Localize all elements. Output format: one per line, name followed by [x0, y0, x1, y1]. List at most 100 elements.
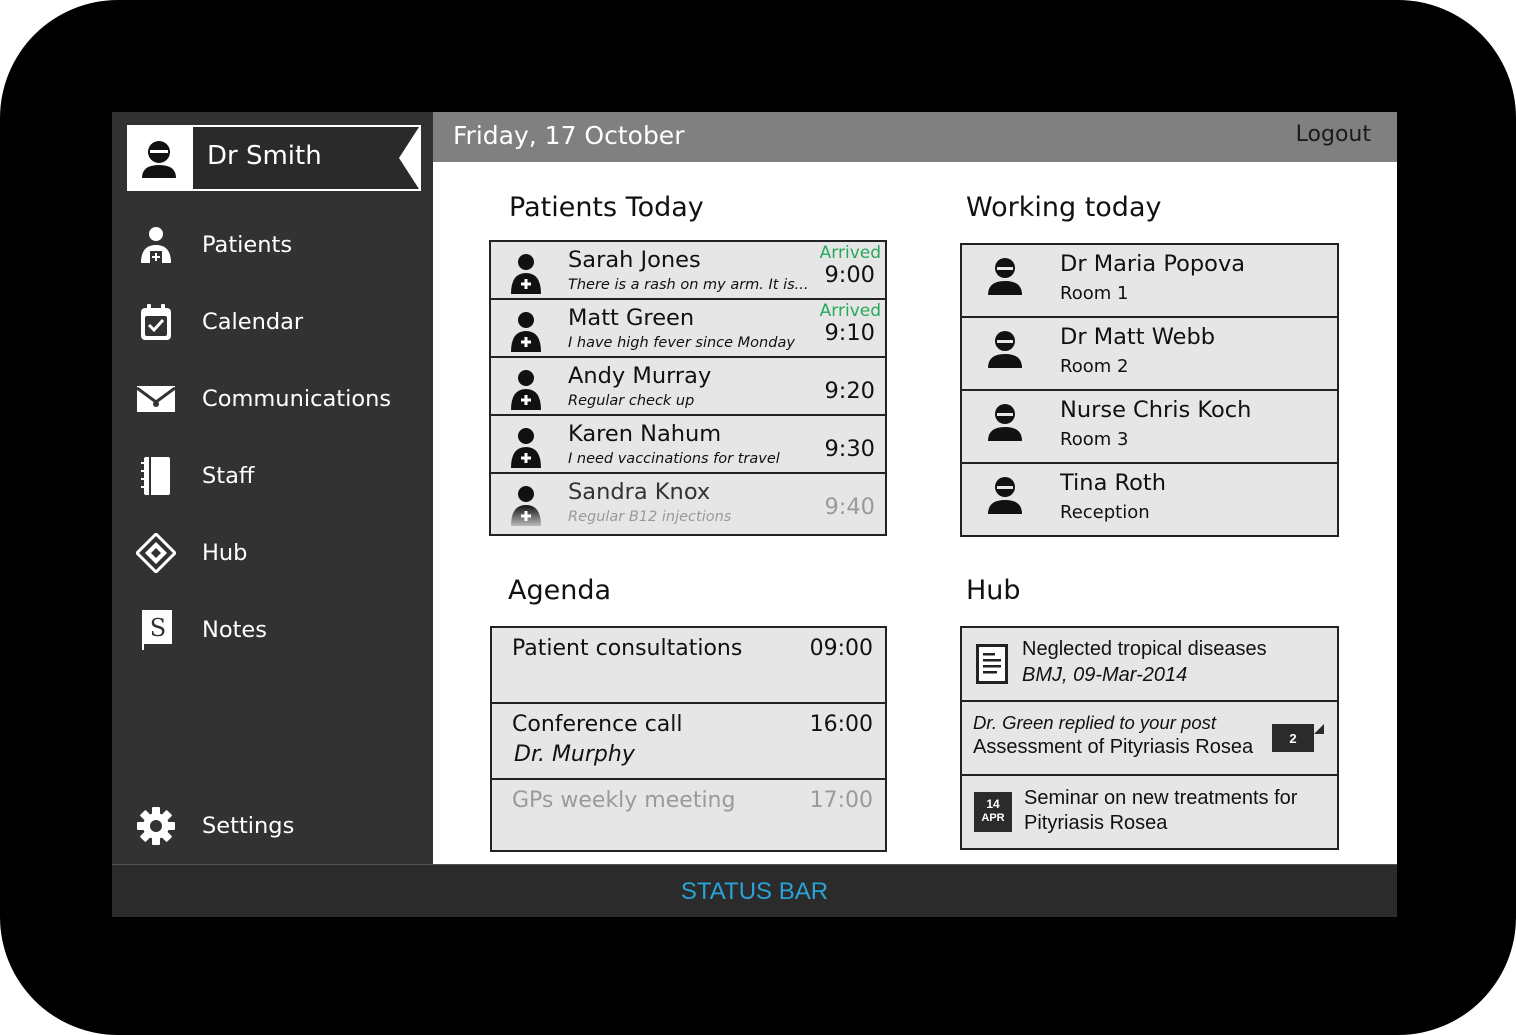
appointment-time: 9:10: [824, 320, 875, 346]
patient-name: Matt Green: [568, 305, 695, 331]
agenda-list: Patient consultations 09:00 Conference c…: [490, 626, 887, 852]
hub-list: Neglected tropical diseases BMJ, 09-Mar-…: [960, 626, 1339, 850]
staff-name: Dr Maria Popova: [1060, 251, 1246, 277]
article-title: Neglected tropical diseases: [1022, 638, 1267, 660]
staff-avatar-icon: [986, 328, 1024, 373]
agenda-title: Agenda: [508, 575, 612, 606]
hub-diamond-icon: [136, 531, 176, 575]
staff-avatar-icon: [986, 401, 1024, 446]
agenda-item[interactable]: GPs weekly meeting 17:00: [492, 780, 885, 850]
event-day: 14: [986, 797, 1000, 811]
top-bar: Friday, 17 October Logout: [433, 112, 1397, 162]
staff-row[interactable]: Dr Maria Popova Room 1: [962, 245, 1337, 318]
staff-name: Nurse Chris Koch: [1060, 397, 1252, 423]
gear-icon: [136, 804, 176, 848]
reply-post-title: Assessment of Pityriasis Rosea: [973, 736, 1254, 758]
staff-avatar-icon: [986, 255, 1024, 300]
sidebar-item-staff[interactable]: Staff: [112, 446, 433, 506]
svg-text:S: S: [150, 614, 166, 642]
sidebar-item-calendar[interactable]: Calendar: [112, 292, 433, 352]
event-title: Seminar on new treatments for: [1024, 787, 1298, 809]
staff-room: Room 1: [1060, 283, 1129, 304]
patient-row[interactable]: Andy Murray Regular check up 9:20: [491, 358, 885, 416]
patient-name: Sandra Knox: [568, 479, 711, 505]
sidebar-item-label: Communications: [202, 386, 392, 412]
user-name: Dr Smith: [207, 141, 322, 171]
appointment-time: 9:00: [824, 262, 875, 288]
sidebar-item-settings[interactable]: Settings: [112, 796, 433, 856]
patient-name: Karen Nahum: [568, 421, 722, 447]
agenda-item-title: GPs weekly meeting: [512, 788, 736, 813]
sidebar-item-label: Settings: [202, 813, 295, 839]
patient-row[interactable]: Sandra Knox Regular B12 injections 9:40: [491, 474, 885, 534]
patient-note: I have high fever since Monday: [568, 335, 795, 351]
sidebar-item-patients[interactable]: Patients: [112, 215, 433, 275]
notes-s-icon: S: [136, 608, 176, 652]
patient-note: There is a rash on my arm. It is...: [568, 277, 809, 293]
tablet-bezel: Dr Smith Patients Calendar Communication…: [0, 0, 1516, 1035]
patients-title: Patients Today: [509, 192, 704, 223]
sidebar: Dr Smith Patients Calendar Communication…: [112, 112, 433, 864]
arrived-status: Arrived: [819, 243, 881, 263]
hub-title: Hub: [966, 575, 1021, 606]
sidebar-item-label: Patients: [202, 232, 293, 258]
calendar-check-icon: [136, 300, 176, 344]
arrived-status: Arrived: [819, 301, 881, 321]
status-bar: STATUS BAR: [112, 864, 1397, 917]
event-title-cont: Pityriasis Rosea: [1024, 812, 1168, 834]
patient-name: Andy Murray: [568, 363, 712, 389]
hub-reply[interactable]: Dr. Green replied to your post Assessmen…: [962, 702, 1337, 776]
staff-row[interactable]: Dr Matt Webb Room 2: [962, 318, 1337, 391]
current-date: Friday, 17 October: [453, 121, 685, 150]
agenda-item[interactable]: Conference call Dr. Murphy 16:00: [492, 704, 885, 780]
staff-room: Room 2: [1060, 356, 1129, 377]
sidebar-item-hub[interactable]: Hub: [112, 523, 433, 583]
agenda-item-title: Patient consultations: [512, 636, 743, 661]
hub-event[interactable]: 14 APR Seminar on new treatments for Pit…: [962, 776, 1337, 848]
patient-row[interactable]: Matt Green I have high fever since Monda…: [491, 300, 885, 358]
document-icon: [976, 644, 1008, 689]
agenda-item-time: 17:00: [809, 788, 873, 813]
status-bar-text: STATUS BAR: [680, 878, 829, 905]
notebook-icon: [136, 454, 176, 498]
patient-note: Regular B12 injections: [568, 509, 732, 525]
badge-flag-icon: [1314, 724, 1324, 734]
staff-row[interactable]: Nurse Chris Koch Room 3: [962, 391, 1337, 464]
user-avatar-icon: [127, 125, 191, 191]
agenda-item-time: 16:00: [809, 712, 873, 737]
patient-note: I need vaccinations for travel: [568, 451, 780, 467]
staff-list: Dr Maria Popova Room 1 Dr Matt Webb Room…: [960, 243, 1339, 537]
user-name-box: Dr Smith: [193, 127, 419, 189]
sidebar-item-communications[interactable]: Communications: [112, 369, 433, 429]
appointment-time: 9:40: [824, 494, 875, 520]
agenda-item[interactable]: Patient consultations 09:00: [492, 628, 885, 704]
appointment-time: 9:30: [824, 436, 875, 462]
sidebar-item-label: Calendar: [202, 309, 304, 335]
patient-add-icon: [136, 223, 176, 267]
sidebar-item-notes[interactable]: S Notes: [112, 600, 433, 660]
hub-article[interactable]: Neglected tropical diseases BMJ, 09-Mar-…: [962, 628, 1337, 702]
collapse-notch[interactable]: [399, 127, 419, 189]
logout-button[interactable]: Logout: [1296, 122, 1371, 147]
patient-icon: [509, 484, 543, 531]
reply-notice: Dr. Green replied to your post: [973, 712, 1217, 733]
agenda-item-time: 09:00: [809, 636, 873, 661]
staff-room: Room 3: [1060, 429, 1129, 450]
staff-row[interactable]: Tina Roth Reception: [962, 464, 1337, 535]
patient-note: Regular check up: [568, 393, 695, 409]
staff-room: Reception: [1060, 502, 1150, 523]
patient-row[interactable]: Karen Nahum I need vaccinations for trav…: [491, 416, 885, 474]
sidebar-item-label: Notes: [202, 617, 267, 643]
patient-name: Sarah Jones: [568, 247, 701, 273]
patient-row[interactable]: Sarah Jones There is a rash on my arm. I…: [491, 242, 885, 300]
user-profile-card[interactable]: Dr Smith: [127, 125, 421, 191]
patient-icon: [509, 368, 543, 415]
reply-count-badge: 2: [1272, 724, 1314, 752]
patients-list: Sarah Jones There is a rash on my arm. I…: [489, 240, 887, 536]
sidebar-item-label: Staff: [202, 463, 255, 489]
working-title: Working today: [966, 192, 1162, 223]
patient-icon: [509, 252, 543, 299]
calendar-date-icon: 14 APR: [974, 792, 1012, 832]
article-source: BMJ, 09-Mar-2014: [1022, 664, 1188, 686]
agenda-item-subtitle: Dr. Murphy: [514, 742, 635, 767]
